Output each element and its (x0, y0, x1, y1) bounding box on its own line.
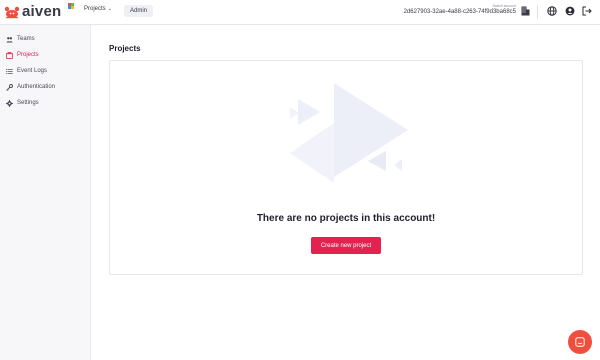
empty-projects-illustration (290, 83, 408, 183)
sidebar-item-label: Projects (17, 52, 39, 58)
page-title: Projects (109, 44, 141, 53)
projects-dropdown[interactable]: Projects ⌄ (84, 6, 112, 12)
sidebar-item-projects[interactable]: Projects (6, 50, 39, 60)
logo-flag-icon (68, 3, 74, 9)
chevron-down-icon: ⌄ (107, 6, 112, 12)
aiven-logo[interactable]: aiven (4, 3, 74, 21)
sidebar-item-label: Teams (17, 36, 35, 42)
account-switcher[interactable]: Switch account 2d627903-32ae-4a88-c263-7… (404, 4, 516, 16)
empty-state-message: There are no projects in this account! (256, 213, 436, 224)
key-icon (6, 83, 13, 91)
sidebar-item-authentication[interactable]: Authentication (6, 82, 55, 92)
sidebar-item-label: Authentication (17, 84, 56, 90)
sidebar: Teams Projects Event Logs Authentication (0, 25, 91, 360)
gear-icon (6, 99, 13, 107)
sidebar-item-event-logs[interactable]: Event Logs (6, 66, 47, 76)
sidebar-item-settings[interactable]: Settings (6, 98, 39, 108)
chat-icon (575, 337, 585, 347)
list-icon (6, 68, 13, 74)
create-new-project-button[interactable]: Create new project (311, 237, 381, 254)
projects-dropdown-label: Projects (84, 6, 106, 12)
logo-text: aiven (22, 3, 62, 20)
user-icon[interactable] (565, 6, 575, 16)
top-bar: aiven Projects ⌄ Admin Switch account 2d6… (0, 0, 600, 25)
globe-icon[interactable] (547, 6, 557, 16)
crab-logo-icon (4, 6, 20, 19)
logout-icon[interactable] (582, 6, 592, 16)
sidebar-item-label: Settings (17, 100, 39, 106)
account-id: 2d627903-32ae-4a88-c263-74f9d3ba68c5 (403, 9, 516, 15)
empty-state-card: There are no projects in this account! C… (109, 60, 583, 275)
admin-tab[interactable]: Admin (124, 5, 154, 17)
header-divider (537, 5, 538, 19)
chat-launcher-button[interactable] (568, 330, 592, 354)
team-icon (6, 36, 13, 42)
building-icon[interactable] (521, 6, 530, 16)
sidebar-item-teams[interactable]: Teams (6, 34, 35, 44)
projects-icon (6, 51, 13, 59)
sidebar-item-label: Event Logs (17, 68, 48, 74)
